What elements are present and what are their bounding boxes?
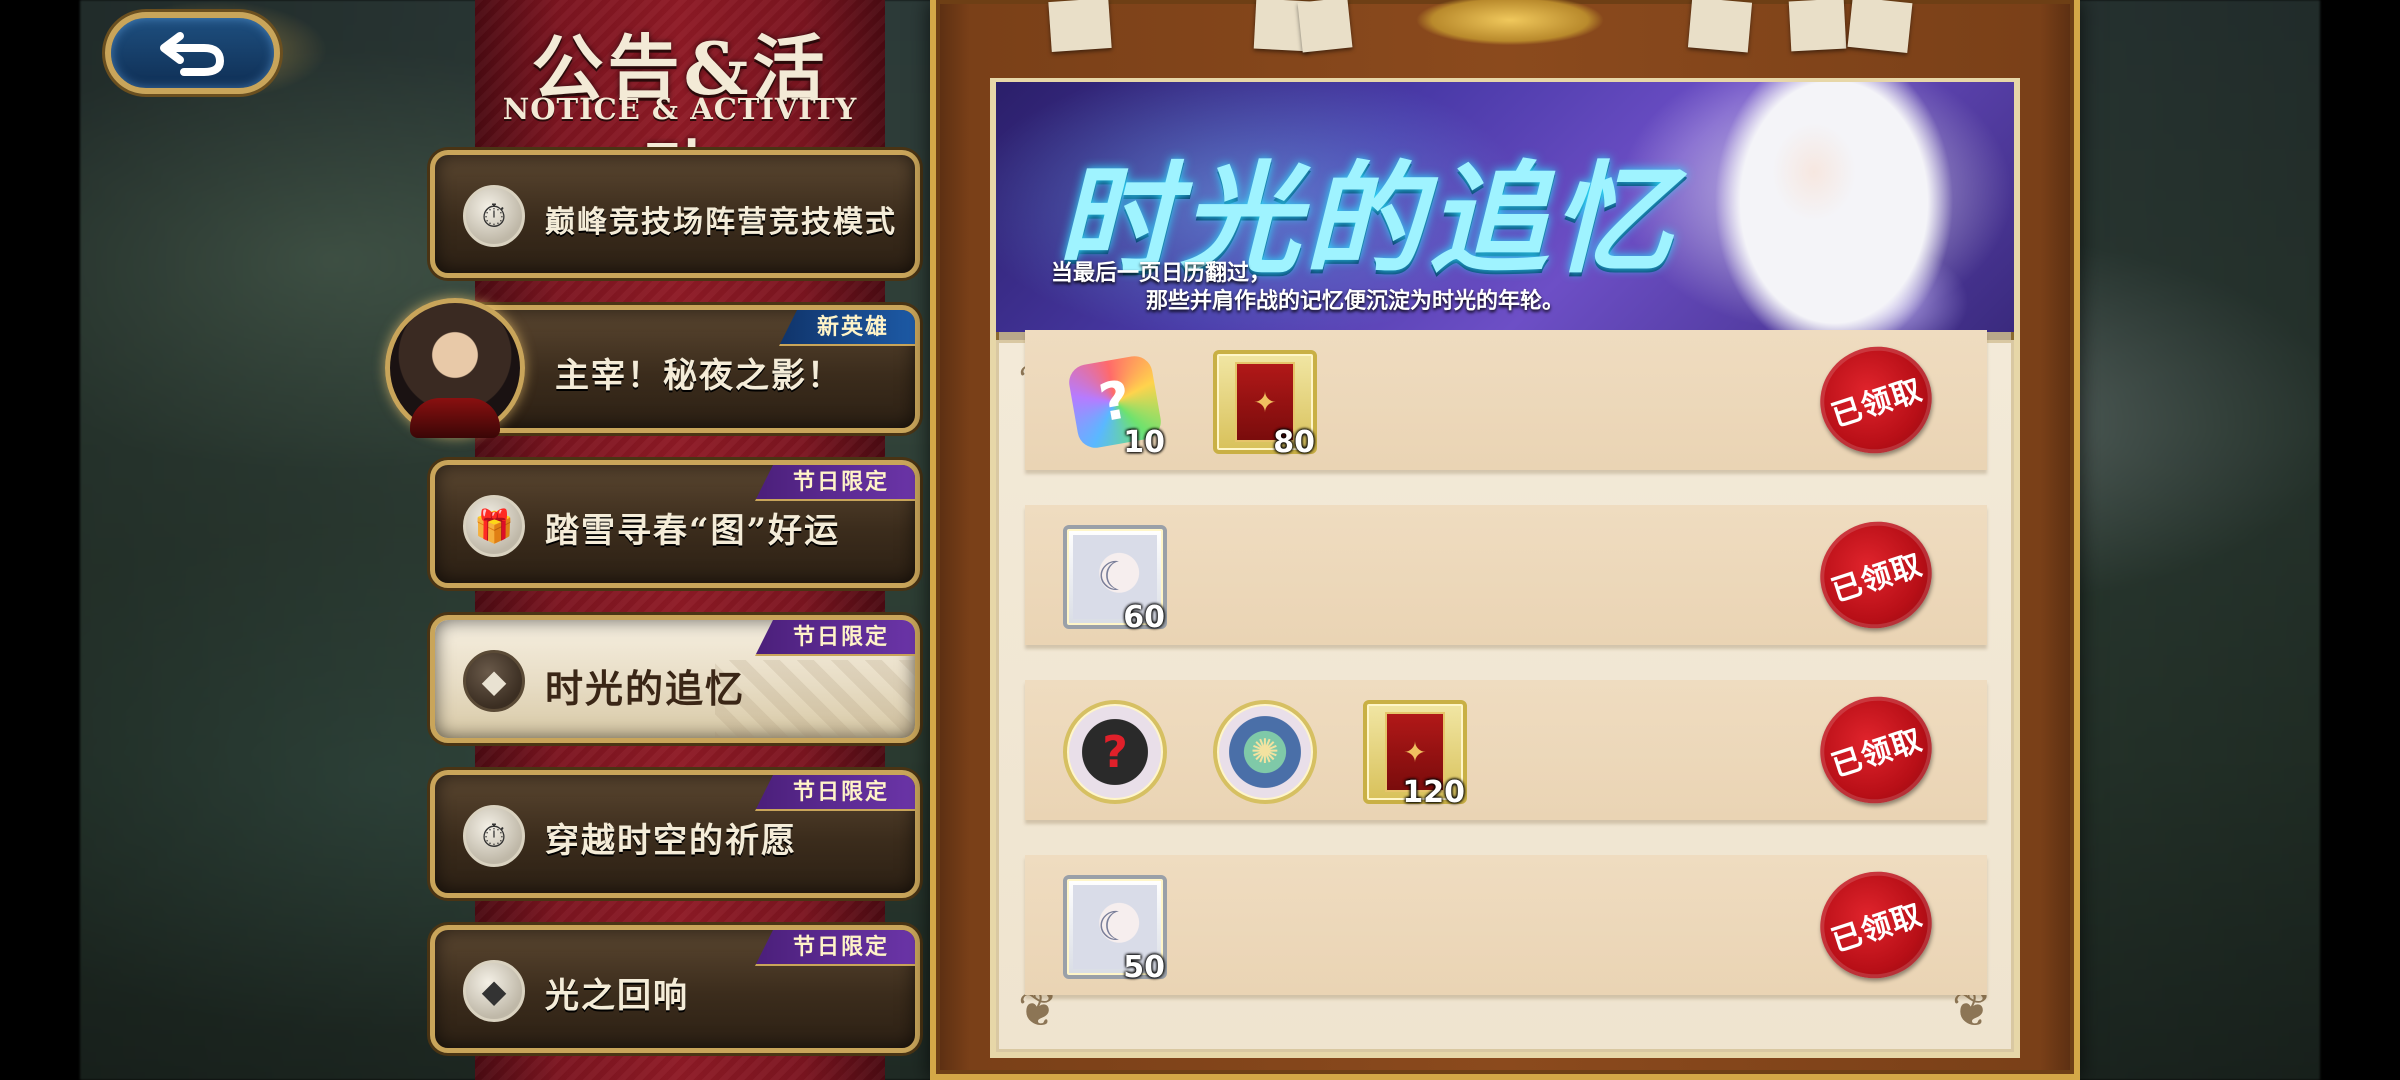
menu-item-echo-of-light[interactable]: 节日限定 ◆ 光之回响 bbox=[430, 925, 920, 1053]
hero-avatar bbox=[385, 298, 525, 438]
crystal-icon: ◆ bbox=[463, 650, 525, 712]
menu-item-time-wish[interactable]: 节日限定 ⏱ 穿越时空的祈愿 bbox=[430, 770, 920, 898]
pinned-note bbox=[1847, 0, 1913, 53]
item-quantity: 80 bbox=[1273, 425, 1315, 460]
orb-emblem-icon[interactable]: ✺ bbox=[1213, 700, 1317, 804]
festival-limited-badge: 节日限定 bbox=[754, 775, 915, 811]
item-quantity: 10 bbox=[1123, 425, 1165, 460]
reward-row: ☾ 50 已领取 bbox=[1025, 855, 1987, 995]
reward-row: ☾ 60 已领取 bbox=[1025, 505, 1987, 645]
puzzle-mystery-icon[interactable]: ? 10 bbox=[1063, 350, 1167, 460]
pinned-note bbox=[1687, 0, 1753, 53]
banner-hero-art bbox=[1664, 82, 1994, 332]
pinned-note bbox=[1788, 0, 1847, 52]
claimed-stamp: 已领取 bbox=[1806, 682, 1946, 818]
festival-limited-badge: 节日限定 bbox=[754, 620, 915, 656]
item-quantity: 50 bbox=[1123, 950, 1165, 985]
reward-row: ? 10 80 已领取 bbox=[1025, 330, 1987, 470]
pinned-note bbox=[1048, 0, 1112, 53]
festival-limited-badge: 节日限定 bbox=[754, 930, 915, 966]
banner-caption-line: 当最后一页日历翻过， bbox=[1051, 261, 1272, 286]
gift-icon: 🎁 bbox=[463, 495, 525, 557]
menu-item-label: 主宰！秘夜之影！ bbox=[555, 356, 843, 396]
menu-item-label: 光之回响 bbox=[545, 976, 689, 1016]
menu-item-peak-arena[interactable]: ⏱ 巅峰竞技场阵营竞技模式 bbox=[430, 150, 920, 278]
back-button[interactable] bbox=[105, 12, 280, 94]
stopwatch-icon: ⏱ bbox=[463, 805, 525, 867]
item-quantity: 60 bbox=[1123, 600, 1165, 635]
menu-item-label: 穿越时空的祈愿 bbox=[545, 821, 797, 861]
pinned-note bbox=[1297, 0, 1353, 53]
item-quantity: 120 bbox=[1402, 775, 1465, 810]
claimed-label: 已领取 bbox=[1827, 372, 1927, 435]
banner-caption: 当最后一页日历翻过， 那些并肩作战的记忆便沉淀为时光的年轮。 bbox=[1051, 260, 1691, 316]
festival-limited-badge: 节日限定 bbox=[754, 465, 915, 501]
page-subtitle: NOTICE & ACTIVITY bbox=[502, 92, 858, 126]
claimed-stamp: 已领取 bbox=[1806, 507, 1946, 643]
claimed-label: 已领取 bbox=[1827, 722, 1927, 785]
claimed-label: 已领取 bbox=[1827, 547, 1927, 610]
red-card-icon[interactable]: 120 bbox=[1363, 700, 1467, 810]
crystal-icon: ◆ bbox=[463, 960, 525, 1022]
reward-row: ? ✺ 120 已领取 bbox=[1025, 680, 1987, 820]
claimed-stamp: 已领取 bbox=[1806, 332, 1946, 468]
return-arrow-icon bbox=[159, 32, 224, 76]
banner-caption-line: 那些并肩作战的记忆便沉淀为时光的年轮。 bbox=[1146, 289, 1565, 314]
hero-portrait-icon[interactable]: ☾ 50 bbox=[1063, 875, 1167, 985]
red-card-icon[interactable]: 80 bbox=[1213, 350, 1317, 460]
claimed-stamp: 已领取 bbox=[1806, 857, 1946, 993]
menu-item-snow-spring[interactable]: 节日限定 🎁 踏雪寻春“图”好运 bbox=[430, 460, 920, 588]
menu-item-label: 时光的追忆 bbox=[545, 666, 746, 711]
mystery-bag-icon[interactable]: ? bbox=[1063, 700, 1167, 804]
claimed-label: 已领取 bbox=[1827, 897, 1927, 960]
stopwatch-icon: ⏱ bbox=[463, 185, 525, 247]
menu-item-memories-of-time[interactable]: 节日限定 ◆ 时光的追忆 bbox=[430, 615, 920, 743]
new-hero-badge: 新英雄 bbox=[778, 310, 915, 346]
hero-portrait-icon[interactable]: ☾ 60 bbox=[1063, 525, 1167, 635]
menu-item-label: 巅峰竞技场阵营竞技模式 bbox=[545, 205, 897, 240]
menu-item-label: 踏雪寻春“图”好运 bbox=[545, 511, 841, 551]
event-banner: 时光的追忆 当最后一页日历翻过， 那些并肩作战的记忆便沉淀为时光的年轮。 bbox=[996, 82, 2014, 332]
frame-ornament bbox=[1380, 0, 1640, 70]
